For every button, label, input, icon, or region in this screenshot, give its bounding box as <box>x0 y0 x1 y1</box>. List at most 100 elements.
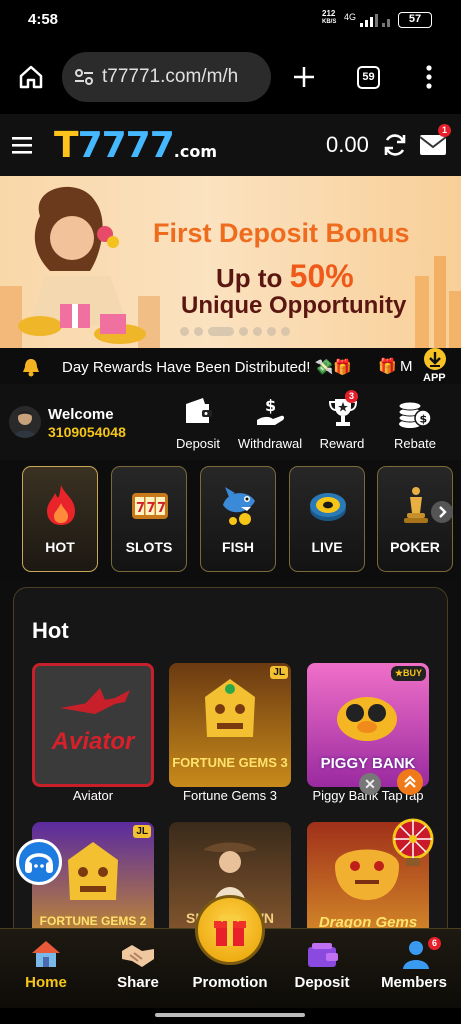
pagination-dot[interactable] <box>239 327 248 336</box>
logo-digits: 7777 <box>77 125 175 166</box>
category-live[interactable]: LIVE <box>289 466 365 572</box>
app-download-button[interactable] <box>424 348 446 370</box>
system-home-indicator <box>0 1008 461 1024</box>
nav-deposit[interactable]: Deposit <box>282 929 362 1009</box>
site-settings-icon[interactable] <box>74 68 94 86</box>
browser-toolbar: t77771.com/m/h 59 <box>0 40 461 114</box>
download-icon <box>429 352 441 367</box>
logo-prefix: T <box>54 125 79 166</box>
category-scroll-right-button[interactable] <box>431 501 453 523</box>
deposit-label: Deposit <box>175 436 221 451</box>
nav-share-label: Share <box>117 974 159 991</box>
more-menu-icon[interactable] <box>424 64 434 90</box>
refresh-icon[interactable] <box>382 132 408 158</box>
avatar[interactable] <box>9 406 41 438</box>
pagination-dot[interactable] <box>180 327 189 336</box>
category-slots[interactable]: 777 SLOTS <box>111 466 187 572</box>
game-art-text: FORTUNE GEMS 3 <box>172 755 288 770</box>
site-logo[interactable]: T7777.com <box>54 126 217 172</box>
lucky-wheel-icon[interactable] <box>392 818 434 868</box>
promotion-button[interactable] <box>195 895 265 965</box>
banner-character-illustration <box>0 186 160 348</box>
nav-share[interactable]: Share <box>98 929 178 1009</box>
reward-badge: 3 <box>345 390 358 403</box>
logo-suffix: .com <box>173 142 217 161</box>
banner-tagline: Unique Opportunity <box>181 292 407 319</box>
network-speed-value: 212 <box>322 9 336 18</box>
nav-deposit-label: Deposit <box>294 974 350 991</box>
idol-face-icon <box>68 842 118 900</box>
customer-support-button[interactable] <box>16 839 62 885</box>
svg-text:$: $ <box>265 396 276 415</box>
gift-icon <box>214 915 246 946</box>
category-slots-label: SLOTS <box>125 539 173 555</box>
pagination-dot[interactable] <box>253 327 262 336</box>
reward-action[interactable]: 3 Reward <box>307 390 377 452</box>
welcome-text: Welcome <box>48 406 114 423</box>
nav-members-label: Members <box>381 974 447 991</box>
new-tab-icon[interactable] <box>292 65 316 89</box>
game-name: Aviator <box>72 788 114 803</box>
network-type: 4G <box>344 12 357 22</box>
category-fish[interactable]: FISH <box>200 466 276 572</box>
mail-badge: 1 <box>438 124 451 137</box>
balance-value: 0.00 <box>326 132 369 157</box>
avatar-image <box>13 410 37 438</box>
banner-offer-percent: 50% <box>289 258 354 294</box>
wallet-icon <box>186 398 212 423</box>
pagination-dot[interactable] <box>281 327 290 336</box>
buy-badge: ★BUY <box>390 666 426 681</box>
bell-icon <box>23 359 39 377</box>
chevron-up-icon <box>404 775 416 788</box>
scroll-top-button[interactable] <box>397 769 423 795</box>
game-name: Fortune Gems 3 <box>183 788 277 803</box>
tab-switcher-button[interactable]: 59 <box>357 66 380 89</box>
status-bar: 4:58 212 KB/S 4G 57 <box>0 0 461 40</box>
banner-offer-prefix: Up to <box>216 263 283 293</box>
home-icon <box>32 941 60 967</box>
user-panel: Welcome 3109054048 Deposit $ Withdrawal … <box>0 384 461 460</box>
category-live-label: LIVE <box>311 539 343 555</box>
category-poker-label: POKER <box>390 539 440 555</box>
withdrawal-action[interactable]: $ Withdrawal <box>235 396 305 452</box>
nav-members[interactable]: 6 Members <box>374 929 454 1009</box>
category-hot[interactable]: HOT <box>22 466 98 572</box>
category-hot-label: HOT <box>45 539 75 555</box>
site-header: T7777.com 0.00 1 <box>0 114 461 176</box>
game-tile-fortune-gems-3[interactable]: FORTUNE GEMS 3 JL <box>169 663 291 787</box>
status-time: 4:58 <box>28 11 59 28</box>
app-root: 4:58 212 KB/S 4G 57 t77771.com/m/h 59 T7… <box>0 0 461 1024</box>
network-speed-unit: KB/S <box>322 19 337 25</box>
hamburger-menu-icon[interactable] <box>12 136 34 154</box>
mail-icon[interactable] <box>419 134 447 156</box>
promo-banner[interactable]: First Deposit Bonus Up to 50% Unique Opp… <box>0 176 461 348</box>
provider-badge: JL <box>270 666 288 679</box>
pagination-dot[interactable] <box>267 327 276 336</box>
handshake-icon <box>122 945 154 967</box>
announcement-bar: Day Rewards Have Been Distributed! 💸🎁 🎁 … <box>0 348 461 384</box>
nav-home[interactable]: Home <box>6 929 86 1009</box>
game-art-text: FORTUNE GEMS 2 <box>39 914 147 928</box>
deposit-action[interactable]: Deposit <box>163 396 233 452</box>
app-label: APP <box>423 372 446 384</box>
members-badge: 6 <box>428 937 441 950</box>
battery-icon: 57 <box>398 12 432 28</box>
game-category-bar: HOT 777 SLOTS FISH LIVE POKER <box>0 460 461 580</box>
slots-777-icon: 777 <box>132 493 168 519</box>
chevron-right-icon <box>439 506 447 518</box>
flame-icon <box>47 485 75 525</box>
pagination-dot-active[interactable] <box>208 327 234 336</box>
close-icon[interactable]: ✕ <box>359 773 381 795</box>
deposit-wallet-icon <box>308 943 338 967</box>
svg-text:7: 7 <box>157 501 166 516</box>
plane-icon <box>60 688 130 714</box>
address-bar[interactable]: t77771.com/m/h <box>62 52 271 102</box>
game-tile-aviator[interactable]: Aviator <box>32 663 154 787</box>
nav-promotion-label: Promotion <box>192 974 268 991</box>
rebate-action[interactable]: $ Rebate <box>380 396 450 452</box>
pagination-dot[interactable] <box>194 327 203 336</box>
gift-icon: 🎁 <box>378 358 397 375</box>
banner-headline: First Deposit Bonus <box>153 218 410 248</box>
category-fish-label: FISH <box>222 539 254 555</box>
home-icon[interactable] <box>18 64 44 90</box>
